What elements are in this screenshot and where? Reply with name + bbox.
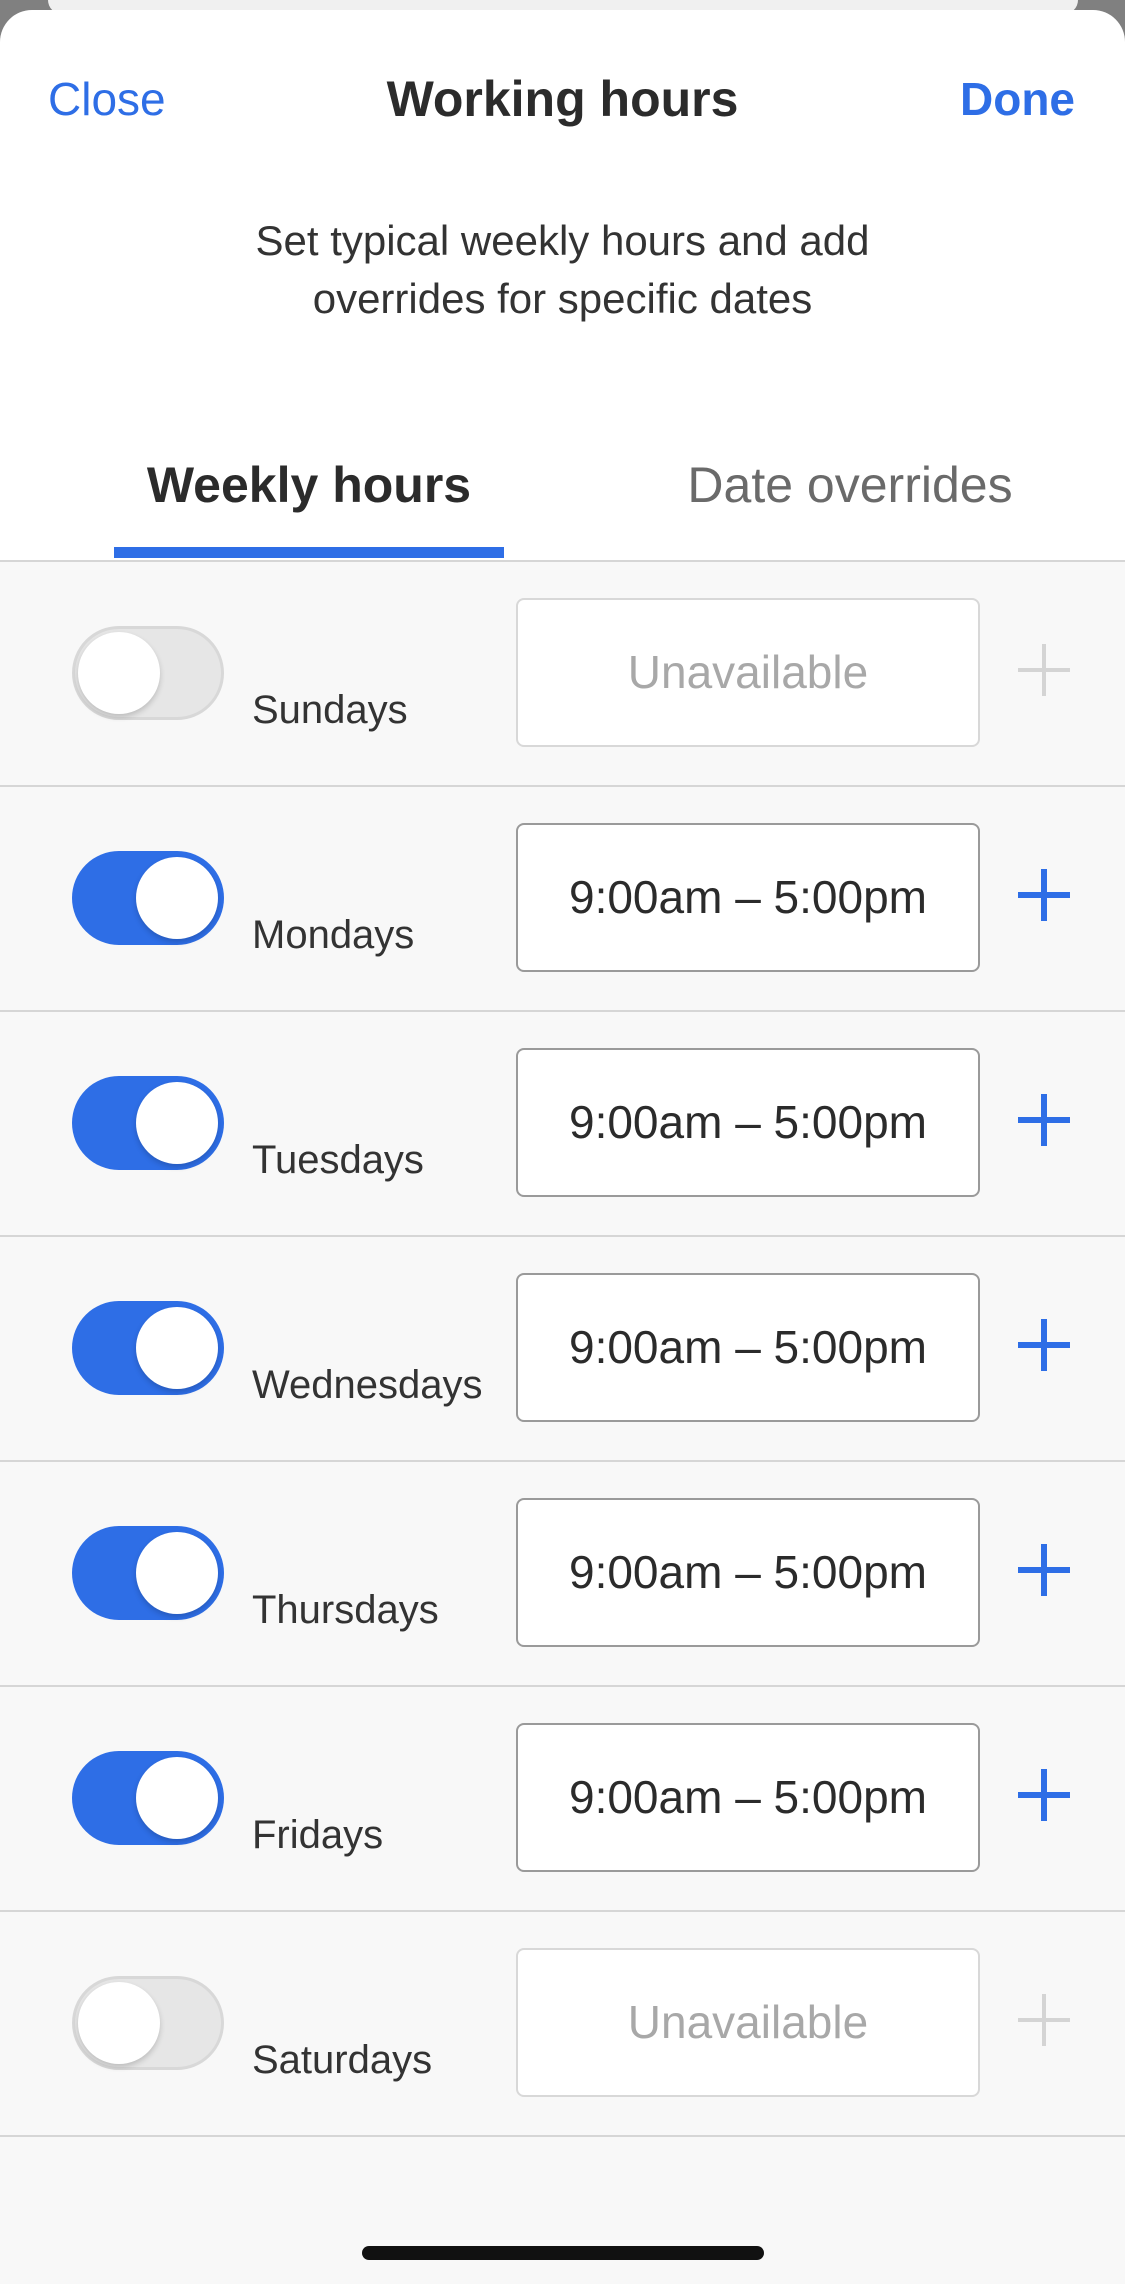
plus-icon[interactable] bbox=[1016, 642, 1072, 698]
day-label: Sundays bbox=[252, 688, 408, 732]
hours-field[interactable]: 9:00am – 5:00pm bbox=[516, 1273, 980, 1422]
saturday-toggle[interactable] bbox=[72, 1976, 224, 2070]
toggle-knob bbox=[78, 1982, 160, 2064]
day-row-tuesday: Tuesdays 9:00am – 5:00pm bbox=[0, 1012, 1125, 1237]
tuesday-toggle[interactable] bbox=[72, 1076, 224, 1170]
monday-toggle[interactable] bbox=[72, 851, 224, 945]
plus-icon[interactable] bbox=[1016, 1317, 1072, 1373]
hours-field[interactable]: 9:00am – 5:00pm bbox=[516, 1723, 980, 1872]
plus-icon[interactable] bbox=[1016, 1767, 1072, 1823]
hours-field[interactable]: Unavailable bbox=[516, 598, 980, 747]
day-label: Mondays bbox=[252, 913, 415, 957]
day-label: Wednesdays bbox=[252, 1363, 483, 1407]
subtitle-line: Set typical weekly hours and add bbox=[255, 217, 870, 264]
day-row-sunday: Sundays Unavailable bbox=[0, 562, 1125, 787]
plus-icon[interactable] bbox=[1016, 1992, 1072, 2048]
day-row-thursday: Thursdays 9:00am – 5:00pm bbox=[0, 1462, 1125, 1687]
day-row-friday: Fridays 9:00am – 5:00pm bbox=[0, 1687, 1125, 1912]
day-row-saturday: Saturdays Unavailable bbox=[0, 1912, 1125, 2137]
home-indicator[interactable] bbox=[362, 2246, 764, 2260]
thursday-toggle[interactable] bbox=[72, 1526, 224, 1620]
hours-field[interactable]: Unavailable bbox=[516, 1948, 980, 2097]
done-button[interactable]: Done bbox=[960, 72, 1075, 126]
tab-bar: Weekly hours Date overrides bbox=[0, 450, 1125, 560]
hours-field[interactable]: 9:00am – 5:00pm bbox=[516, 1498, 980, 1647]
subtitle-line: overrides for specific dates bbox=[312, 275, 813, 322]
day-label: Fridays bbox=[252, 1813, 384, 1857]
weekly-hours-list: Sundays Unavailable Mondays 9:00am – 5:0… bbox=[0, 562, 1125, 2284]
plus-icon[interactable] bbox=[1016, 867, 1072, 923]
active-tab-indicator bbox=[114, 547, 504, 558]
sunday-toggle[interactable] bbox=[72, 626, 224, 720]
toggle-knob bbox=[136, 1082, 218, 1164]
plus-icon[interactable] bbox=[1016, 1092, 1072, 1148]
page-title: Working hours bbox=[386, 71, 739, 127]
friday-toggle[interactable] bbox=[72, 1751, 224, 1845]
toggle-knob bbox=[78, 632, 160, 714]
hours-field[interactable]: 9:00am – 5:00pm bbox=[516, 1048, 980, 1197]
day-row-monday: Mondays 9:00am – 5:00pm bbox=[0, 787, 1125, 1012]
toggle-knob bbox=[136, 1307, 218, 1389]
wednesday-toggle[interactable] bbox=[72, 1301, 224, 1395]
working-hours-sheet: Close Working hours Done Set typical wee… bbox=[0, 10, 1125, 2284]
hours-field[interactable]: 9:00am – 5:00pm bbox=[516, 823, 980, 972]
day-row-wednesday: Wednesdays 9:00am – 5:00pm bbox=[0, 1237, 1125, 1462]
subtitle: Set typical weekly hours and add overrid… bbox=[160, 212, 965, 328]
tab-date-overrides[interactable]: Date overrides bbox=[660, 450, 1040, 560]
toggle-knob bbox=[136, 1757, 218, 1839]
tab-weekly-hours[interactable]: Weekly hours bbox=[114, 450, 504, 560]
toggle-knob bbox=[136, 857, 218, 939]
toggle-knob bbox=[136, 1532, 218, 1614]
plus-icon[interactable] bbox=[1016, 1542, 1072, 1598]
day-label: Saturdays bbox=[252, 2038, 433, 2082]
day-label: Tuesdays bbox=[252, 1138, 424, 1182]
day-label: Thursdays bbox=[252, 1588, 439, 1632]
